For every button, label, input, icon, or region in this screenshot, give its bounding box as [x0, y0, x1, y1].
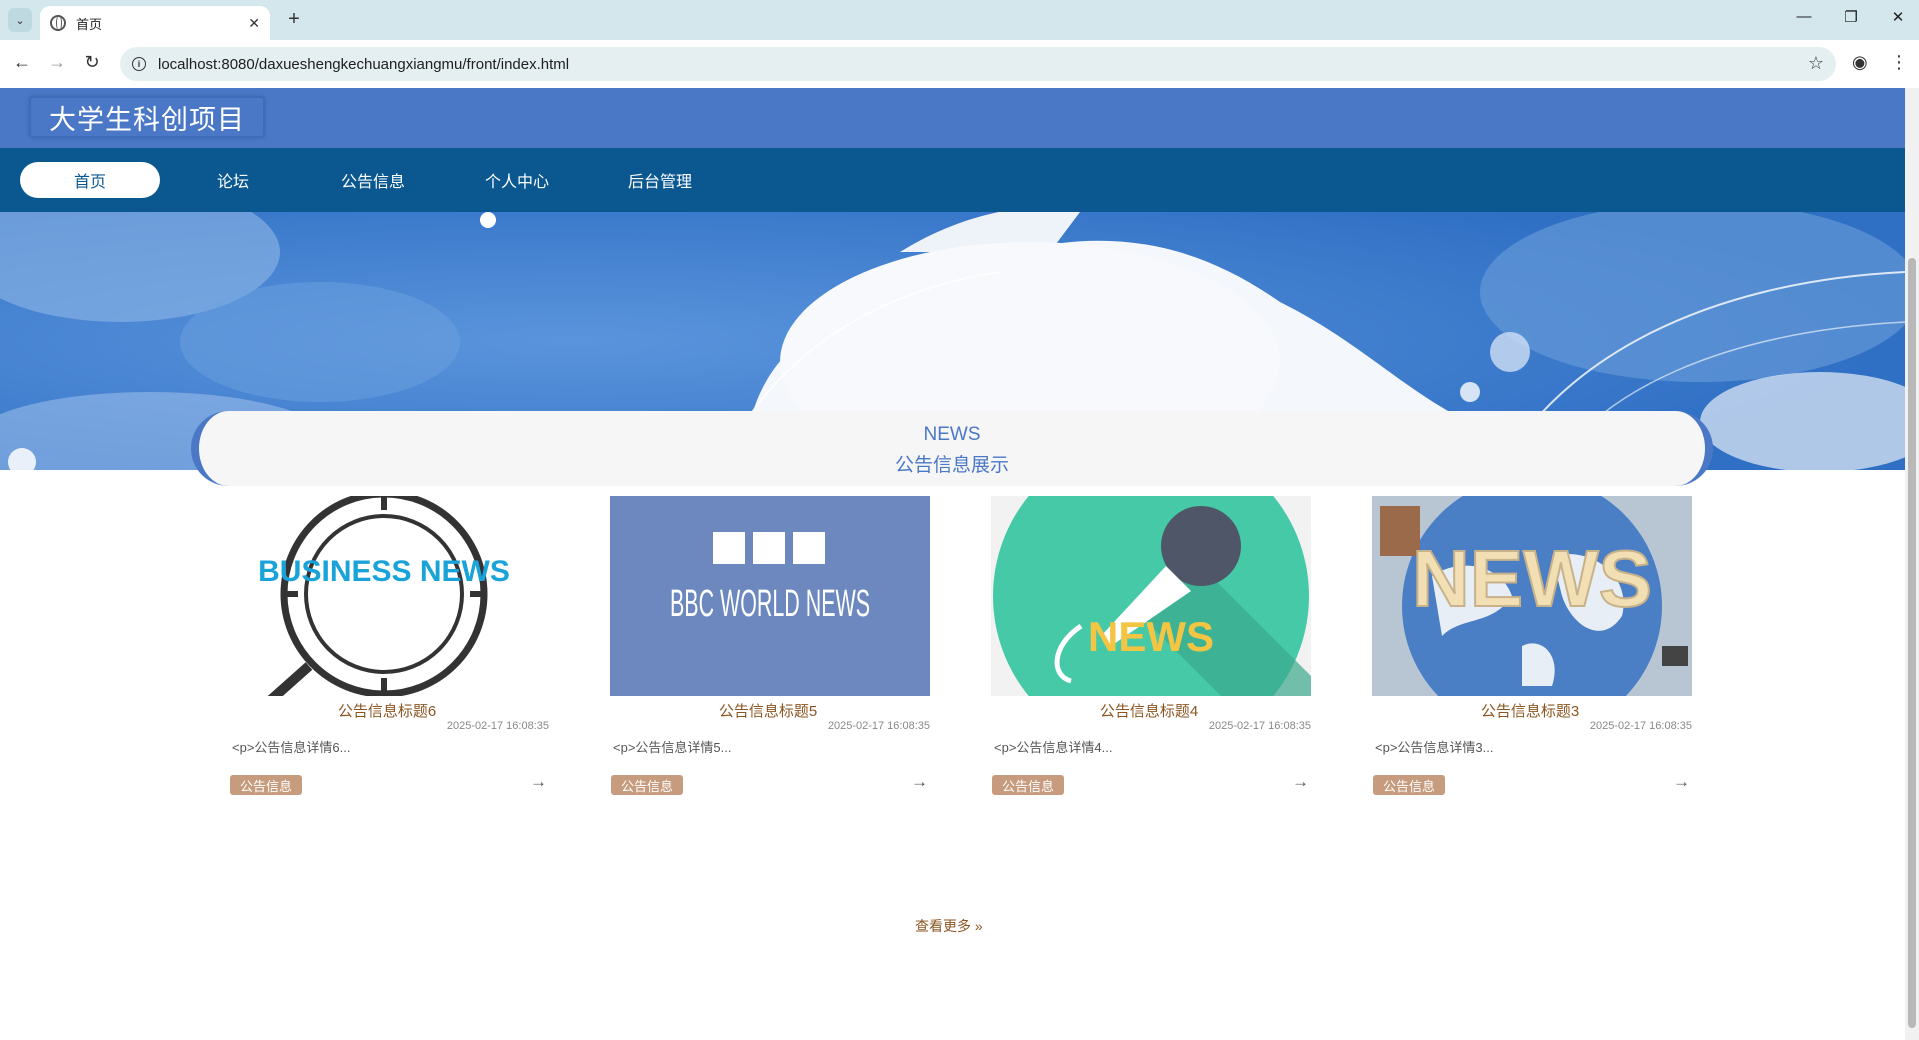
new-tab-button[interactable]: +: [282, 8, 306, 31]
nav-item-personal-center[interactable]: 个人中心: [447, 162, 587, 198]
nav-label: 论坛: [216, 174, 249, 191]
arrow-right-icon[interactable]: →: [530, 772, 547, 792]
news-thumbnail[interactable]: NEWS: [991, 496, 1311, 696]
business-news-image: BUSINESS NEWS: [229, 496, 549, 696]
news-list: BUSINESS NEWS 公告信息标题6 2025-02-17 16:08:3…: [221, 496, 1692, 806]
site-logo[interactable]: 大学生科创项目: [29, 96, 265, 138]
site-header: 大学生科创项目: [0, 88, 1905, 148]
nav-item-home[interactable]: 首页: [20, 162, 160, 198]
nav-item-admin[interactable]: 后台管理: [590, 162, 730, 198]
bookmark-star-icon[interactable]: ☆: [1808, 53, 1824, 74]
news-globe-image: NEWS: [1372, 496, 1692, 696]
news-desc: <p>公告信息详情3...: [1375, 740, 1494, 755]
back-button[interactable]: ←: [10, 52, 34, 73]
minimize-button[interactable]: —: [1792, 8, 1816, 25]
reload-button[interactable]: ↻: [80, 52, 104, 73]
scrollbar-thumb[interactable]: [1908, 258, 1916, 1028]
nav-label: 公告信息: [340, 174, 405, 191]
browser-tab-bar: ⌄ 首页 ✕ + — ❐ ✕: [0, 0, 1919, 40]
nav-item-forum[interactable]: 论坛: [163, 162, 303, 198]
view-more-link[interactable]: 查看更多 »: [915, 916, 983, 936]
news-tag: 公告信息: [230, 775, 303, 795]
thumbnail-text: BBC WORLD NEWS: [670, 583, 870, 625]
browser-tab-active[interactable]: 首页 ✕: [40, 6, 270, 40]
news-thumbnail[interactable]: BBC WORLD NEWS: [610, 496, 930, 696]
news-date: 2025-02-17 16:08:35: [1589, 720, 1692, 732]
thumbnail-text: BUSINESS NEWS: [258, 555, 510, 588]
arrow-right-icon[interactable]: →: [1292, 772, 1309, 792]
news-card[interactable]: BBC WORLD NEWS 公告信息标题5 2025-02-17 16:08:…: [602, 496, 934, 806]
news-title[interactable]: 公告信息标题5: [602, 700, 934, 721]
news-section-heading: NEWS 公告信息展示: [191, 411, 1713, 486]
tab-search-button[interactable]: ⌄: [8, 8, 32, 32]
news-tag: 公告信息: [992, 775, 1065, 795]
news-desc: <p>公告信息详情4...: [994, 740, 1113, 755]
bbc-world-news-image: BBC WORLD NEWS: [610, 496, 930, 696]
news-card[interactable]: BUSINESS NEWS 公告信息标题6 2025-02-17 16:08:3…: [221, 496, 553, 806]
address-bar[interactable]: i localhost:8080/daxueshengkechuangxiang…: [120, 47, 1836, 81]
tab-title: 首页: [76, 16, 103, 32]
thumbnail-text: NEWS: [1412, 534, 1652, 623]
news-date: 2025-02-17 16:08:35: [1208, 720, 1311, 732]
nav-item-announcements[interactable]: 公告信息: [303, 162, 443, 198]
nav-label: 后台管理: [627, 174, 692, 191]
site-title: 大学生科创项目: [49, 104, 245, 135]
news-date: 2025-02-17 16:08:35: [446, 720, 549, 732]
section-heading-cn: 公告信息展示: [894, 455, 1009, 476]
main-nav: 首页 论坛 公告信息 个人中心 后台管理: [0, 148, 1905, 212]
news-title[interactable]: 公告信息标题6: [221, 700, 553, 721]
page-scrollbar[interactable]: [1905, 88, 1919, 1040]
page-viewport: 大学生科创项目 首页 论坛 公告信息 个人中心 后台管理 NEWS 公告信息展示…: [0, 88, 1919, 1040]
thumbnail-text: NEWS: [1088, 613, 1214, 660]
nav-label: 首页: [73, 174, 106, 191]
news-microphone-image: NEWS: [991, 496, 1311, 696]
news-date: 2025-02-17 16:08:35: [827, 720, 930, 732]
globe-icon: [50, 15, 66, 31]
news-tag: 公告信息: [1373, 775, 1446, 795]
site-info-icon[interactable]: i: [132, 57, 146, 71]
address-url: localhost:8080/daxueshengkechuangxiangmu…: [158, 55, 570, 73]
news-desc: <p>公告信息详情6...: [232, 740, 351, 755]
news-title[interactable]: 公告信息标题3: [1364, 700, 1696, 721]
news-thumbnail[interactable]: NEWS: [1372, 496, 1692, 696]
news-card[interactable]: NEWS 公告信息标题4 2025-02-17 16:08:35 <p>公告信息…: [983, 496, 1315, 806]
news-card[interactable]: NEWS 公告信息标题3 2025-02-17 16:08:35 <p>公告信息…: [1364, 496, 1696, 806]
close-window-button[interactable]: ✕: [1886, 8, 1910, 26]
profile-icon[interactable]: ◉: [1852, 52, 1868, 73]
news-title[interactable]: 公告信息标题4: [983, 700, 1315, 721]
restore-button[interactable]: ❐: [1839, 8, 1863, 26]
news-tag: 公告信息: [611, 775, 684, 795]
nav-label: 个人中心: [484, 174, 549, 191]
news-thumbnail[interactable]: BUSINESS NEWS: [229, 496, 549, 696]
arrow-right-icon[interactable]: →: [911, 772, 928, 792]
tab-close-icon[interactable]: ✕: [248, 15, 260, 32]
menu-kebab-icon[interactable]: ⋮: [1890, 52, 1908, 73]
forward-button[interactable]: →: [45, 52, 69, 73]
news-desc: <p>公告信息详情5...: [613, 740, 732, 755]
arrow-right-icon[interactable]: →: [1673, 772, 1690, 792]
section-heading-en: NEWS: [923, 424, 981, 445]
